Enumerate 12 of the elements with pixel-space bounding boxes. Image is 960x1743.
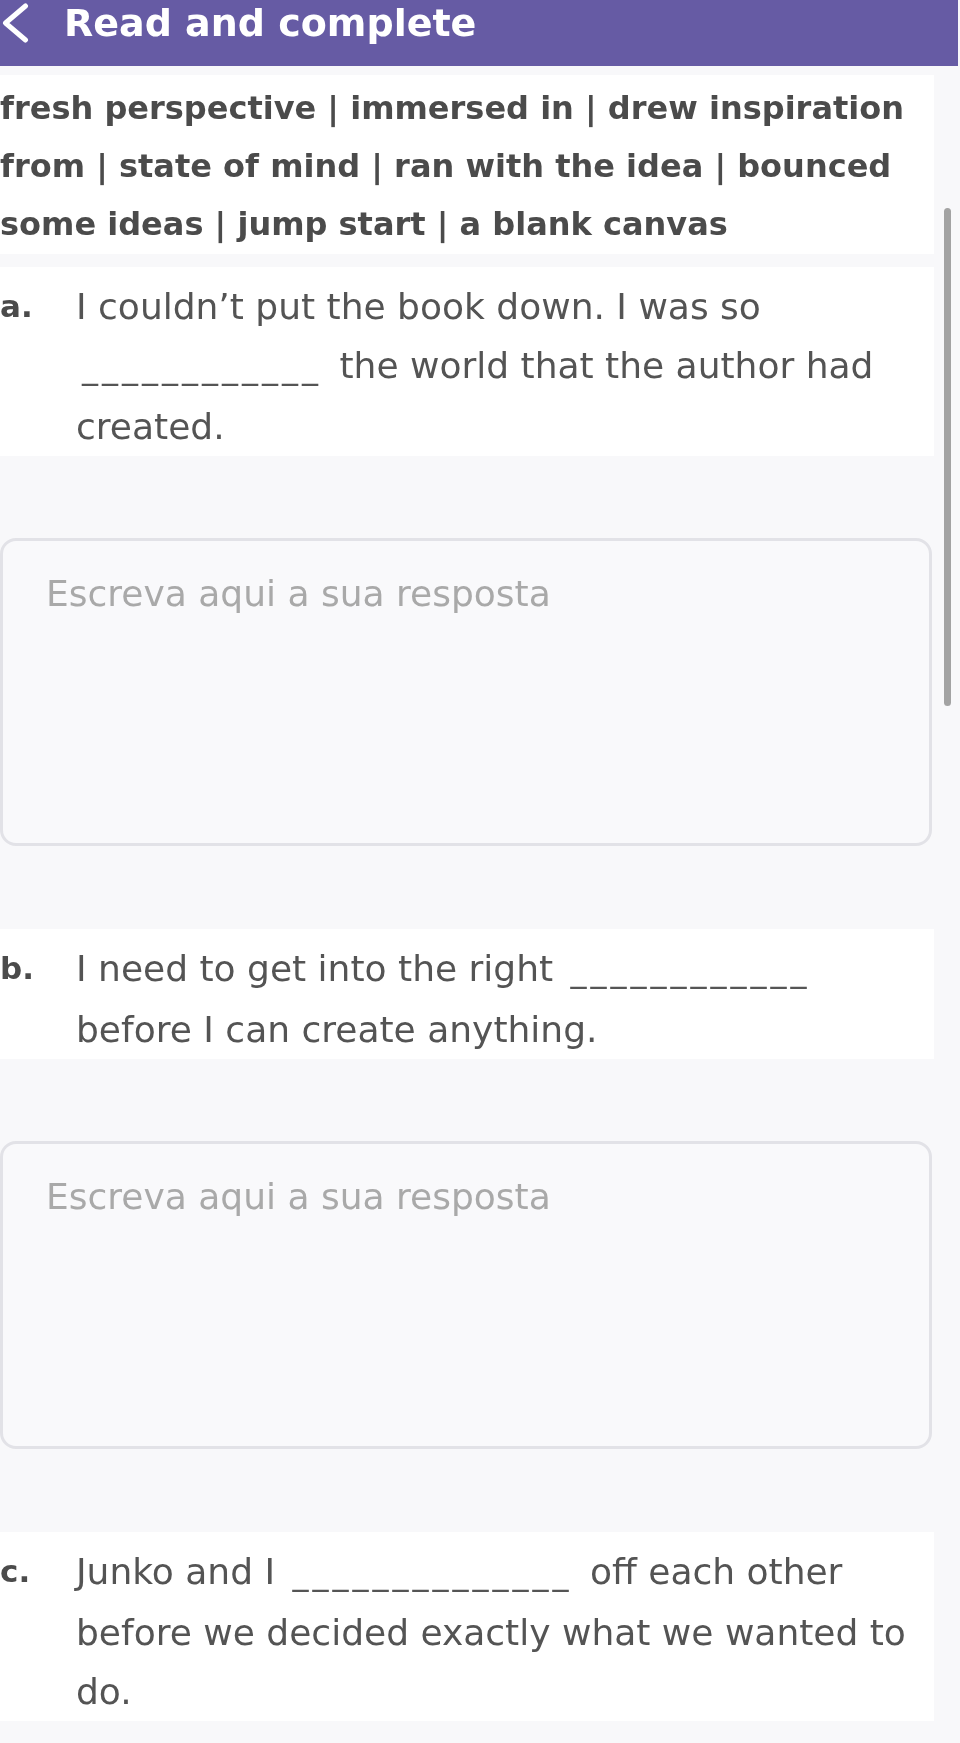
page-title: Read and complete: [64, 0, 477, 46]
answer-field[interactable]: Escreva aqui a sua resposta: [0, 538, 932, 846]
word-bank: fresh perspective | immersed in | drew inspiration from | state of mind | ran with the idea | bounced some ideas | jump start | a blank canvas: [0, 75, 934, 254]
answer-field[interactable]: Escreva aqui a sua resposta: [0, 1141, 932, 1449]
question-label: b.: [0, 949, 34, 988]
chevron-left-icon[interactable]: [0, 3, 30, 43]
question-label: a.: [0, 287, 33, 326]
question-label: c.: [0, 1552, 31, 1591]
question-text: I couldn’t put the book down. I was so ____________ the world that the author had created.: [76, 285, 875, 449]
scrollbar-thumb[interactable]: [944, 208, 951, 706]
question-text: I need to get into the right ____________ before I can create anything.: [76, 947, 812, 1052]
question-text: Junko and I ______________ off each other before we decided exactly what we wanted to do.: [76, 1550, 907, 1714]
